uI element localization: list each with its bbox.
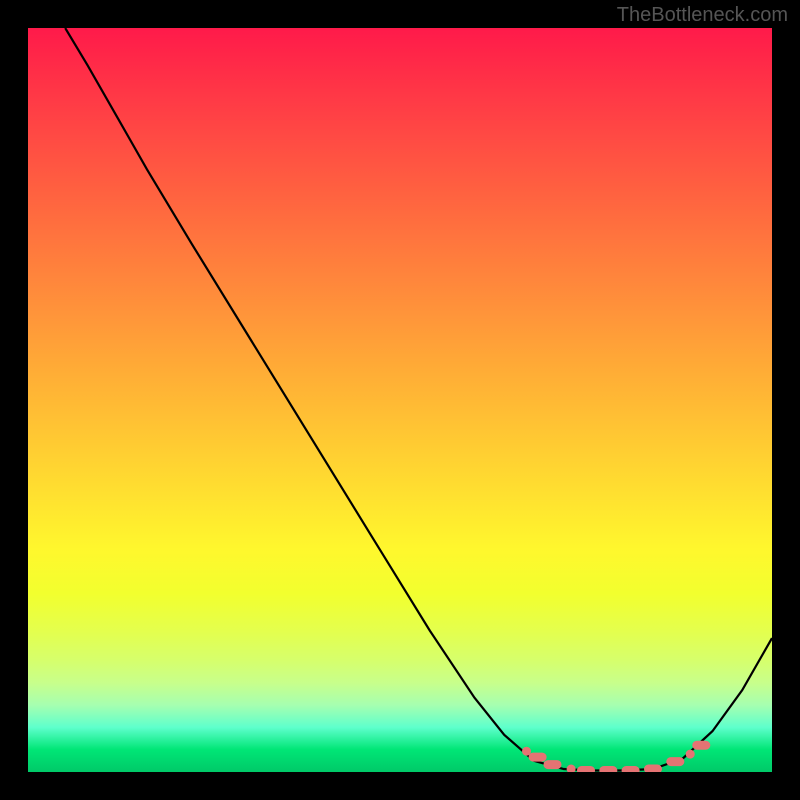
watermark-text: TheBottleneck.com (617, 4, 788, 27)
chart-svg (28, 28, 772, 772)
chart-marker (644, 765, 662, 773)
chart-markers (522, 741, 710, 772)
chart-plot-area (28, 28, 772, 772)
chart-marker (666, 757, 684, 766)
chart-marker (692, 741, 710, 750)
chart-marker (622, 766, 640, 772)
chart-marker (686, 750, 695, 759)
chart-marker (544, 760, 562, 769)
chart-marker (599, 766, 617, 772)
chart-marker (529, 753, 547, 762)
chart-marker (567, 765, 576, 773)
chart-curve (65, 28, 772, 771)
chart-marker (577, 766, 595, 772)
